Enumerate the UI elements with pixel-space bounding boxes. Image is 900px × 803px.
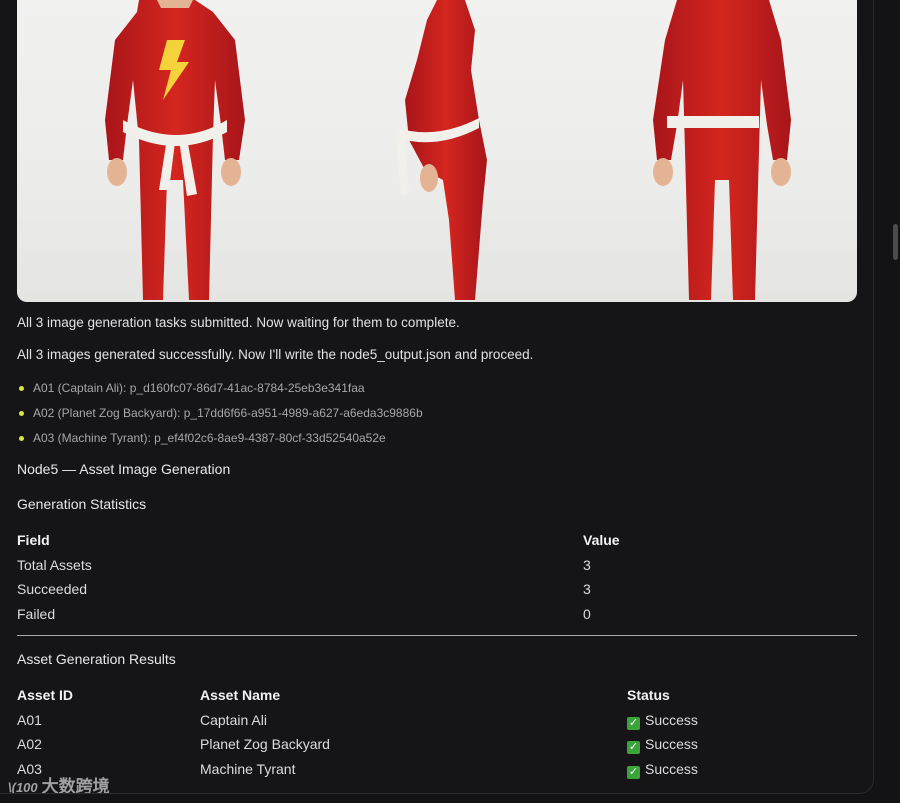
table-cell: Failed [17,606,56,623]
table-cell: Total Assets [17,556,92,573]
status-message-generated: All 3 images generated successfully. Now… [17,347,534,362]
list-item: A02 (Planet Zog Backyard): p_17dd6f66-a9… [17,403,423,428]
column-header-asset-name: Asset Name [200,687,281,703]
watermark-text: 大数跨境 [41,777,110,794]
character-turnaround-illustration [105,0,791,300]
table-cell: Machine Tyrant [200,761,296,778]
table-cell: Captain Ali [200,711,267,728]
list-item-text: A03 (Machine Tyrant): p_ef4f02c6-8ae9-43… [33,431,386,445]
watermark-logo-icon: \(100 [8,780,38,794]
table-row: A02 Planet Zog Backyard ✓ Success [17,733,857,758]
check-icon: ✓ [627,741,640,755]
table-header-row: Field Value [17,529,857,554]
front-view-figure [105,0,245,300]
status-cell: ✓ Success [627,758,698,780]
table-cell: A02 [17,736,42,753]
stats-title: Generation Statistics [17,496,147,512]
table-row: Failed 0 [17,603,857,628]
scrollbar-thumb[interactable] [893,224,898,260]
table-cell: Planet Zog Backyard [200,736,330,753]
bullet-dot [19,411,24,416]
table-cell: Succeeded [17,581,88,598]
table-cell: 0 [583,606,591,623]
generated-character-image[interactable] [17,0,857,302]
chat-panel: All 3 image generation tasks submitted. … [0,0,874,794]
bullet-dot [19,386,24,391]
status-message-submitted: All 3 image generation tasks submitted. … [17,315,460,330]
list-item: A01 (Captain Ali): p_d160fc07-86d7-41ac-… [17,378,423,403]
watermark: \(100 大数跨境 [8,772,110,794]
back-view-figure [653,0,791,300]
list-item-text: A02 (Planet Zog Backyard): p_17dd6f66-a9… [33,406,423,420]
table-row: Succeeded 3 [17,578,857,603]
table-row: Total Assets 3 [17,554,857,579]
column-header-asset-id: Asset ID [17,687,74,703]
check-icon: ✓ [627,766,640,780]
list-item: A03 (Machine Tyrant): p_ef4f02c6-8ae9-43… [17,428,423,453]
table-cell: A01 [17,711,42,728]
check-icon: ✓ [627,716,640,730]
status-cell: ✓ Success [627,709,698,731]
divider [17,635,857,636]
node-title: Node5 — Asset Image Generation [17,461,231,477]
status-text: Success [645,711,698,728]
status-text: Success [645,761,698,778]
table-cell: 3 [583,556,591,573]
table-cell: 3 [583,581,591,598]
results-title: Asset Generation Results [17,651,176,667]
table-header-row: Asset ID Asset Name Status [17,684,857,709]
status-cell: ✓ Success [627,733,698,755]
bullet-dot [19,436,24,441]
column-header-value: Value [583,532,620,548]
status-text: Success [645,736,698,753]
table-row: A01 Captain Ali ✓ Success [17,709,857,734]
table-row: A03 Machine Tyrant ✓ Success [17,758,857,783]
column-header-status: Status [627,687,670,703]
list-item-text: A01 (Captain Ali): p_d160fc07-86d7-41ac-… [33,381,365,395]
asset-id-list: A01 (Captain Ali): p_d160fc07-86d7-41ac-… [17,378,423,453]
column-header-field: Field [17,532,50,548]
stats-table: Field Value Total Assets 3 Succeeded 3 F… [17,529,857,628]
side-view-figure [395,0,487,300]
results-table: Asset ID Asset Name Status A01 Captain A… [17,684,857,783]
